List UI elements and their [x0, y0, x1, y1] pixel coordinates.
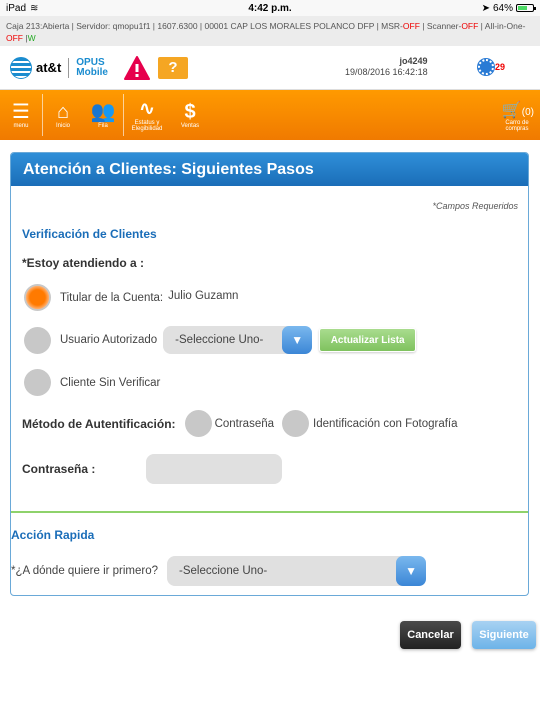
logo-product: OPUS Mobile [76, 56, 108, 78]
nav-inicio[interactable]: ⌂ Inicio [43, 90, 83, 140]
option-titular-label: Titular de la Cuenta: [60, 291, 164, 304]
session-info-text: Caja 213:Abierta | Servidor: qmopu1f1 | … [6, 21, 403, 31]
username: jo4249 [399, 56, 428, 66]
radio-titular[interactable] [24, 284, 51, 311]
quick-action-title: Acción Rapida [11, 528, 95, 542]
main-nav: ☰ menu ⌂ Inicio 👥 Fila ∿ Estatus y Elegi… [0, 90, 540, 140]
cart-label: Carro de compras [505, 120, 529, 132]
scanner-status: OFF [461, 21, 479, 31]
authorized-user-select[interactable]: -Seleccione Uno- ▼ [163, 326, 313, 354]
allinone-status: OFF [6, 33, 23, 43]
nav-menu-label: menu [13, 123, 29, 129]
section-divider [11, 511, 528, 513]
nav-fila-label: Fila [98, 123, 108, 129]
option-titular-row[interactable]: Titular de la Cuenta: Julio Guzamn [24, 284, 238, 311]
nav-menu[interactable]: ☰ menu [0, 90, 42, 140]
battery-icon [516, 4, 536, 12]
auth-method-label: Método de Autentificación: [22, 416, 176, 431]
cart-count: (0) [521, 107, 534, 118]
allinone-label: | All-in-One- [478, 21, 526, 31]
go-first-label: *¿A dónde quiere ir primero? [11, 565, 159, 577]
alert-warning-icon[interactable] [123, 55, 150, 80]
queue-people-icon: 👥 [90, 101, 116, 123]
notifications[interactable]: 29 [478, 59, 505, 75]
titular-name: Julio Guzamn [168, 289, 239, 302]
help-symbol: ? [168, 58, 178, 76]
panel-title: Atención a Clientes: Siguientes Pasos [11, 153, 528, 186]
logo-brand: at&t [36, 60, 62, 75]
app-header: at&t OPUS Mobile ? jo4249 19/08/2016 16:… [0, 46, 540, 90]
hamburger-icon: ☰ [12, 101, 30, 123]
required-fields-note: *Campos Requeridos [432, 201, 518, 211]
chevron-down-icon: ▼ [282, 326, 313, 354]
authorized-user-select-value: -Seleccione Uno- [175, 334, 264, 346]
notification-count: 29 [495, 62, 506, 72]
auth-method-row: Método de Autentificación: Contraseña Id… [22, 410, 458, 437]
session-datetime: 19/08/2016 16:42:18 [345, 67, 428, 77]
dollar-icon: $ [184, 101, 196, 123]
auth-password-label: Contraseña [214, 417, 275, 430]
logo-product-line1: OPUS [76, 56, 105, 68]
w-status: W [27, 33, 36, 43]
logo-product-line2: Mobile [76, 66, 108, 78]
chevron-down-icon: ▼ [396, 556, 427, 586]
nav-ventas-label: Ventas [180, 123, 200, 129]
customer-next-steps-panel: Atención a Clientes: Siguientes Pasos *C… [10, 152, 529, 596]
option-sin-verificar-label: Cliente Sin Verificar [60, 376, 161, 389]
wifi-icon: ≋ [30, 2, 39, 14]
user-info: jo4249 19/08/2016 16:42:18 [345, 56, 428, 78]
session-info-strip: Caja 213:Abierta | Servidor: qmopu1f1 | … [0, 16, 540, 46]
auth-photo-label: Identificación con Fotografía [313, 417, 458, 430]
password-field[interactable] [146, 454, 282, 484]
refresh-list-button[interactable]: Actualizar Lista [319, 328, 417, 352]
next-button[interactable]: Siguiente [472, 621, 536, 649]
radio-auth-photo[interactable] [282, 410, 310, 437]
go-first-select[interactable]: -Seleccione Uno- ▼ [167, 556, 427, 586]
password-label: Contraseña : [22, 462, 96, 476]
nav-fila[interactable]: 👥 Fila [83, 90, 123, 140]
notification-gear-icon[interactable] [478, 59, 494, 75]
att-globe-icon [10, 56, 32, 79]
cancel-button[interactable]: Cancelar [400, 621, 461, 649]
attending-label: *Estoy atendiendo a : [22, 256, 145, 270]
help-folder-icon[interactable]: ? [157, 56, 188, 79]
radio-sin-verificar[interactable] [24, 369, 51, 396]
ios-status-bar: iPad ≋ 4:42 p.m. ➤ 64% [0, 0, 540, 16]
msr-status: OFF [402, 21, 420, 31]
home-icon: ⌂ [56, 101, 70, 123]
nav-estatus-label: Estatus y Elegibilidad [131, 120, 163, 132]
option-sin-verificar-row[interactable]: Cliente Sin Verificar [24, 369, 160, 396]
device-name: iPad [6, 2, 27, 14]
verification-section-title: Verificación de Clientes [22, 227, 157, 241]
nav-estatus[interactable]: ∿ Estatus y Elegibilidad [124, 90, 170, 140]
clock: 4:42 p.m. [248, 2, 292, 14]
option-usuario-label: Usuario Autorizado [60, 334, 158, 346]
nav-inicio-label: Inicio [55, 123, 70, 129]
att-opus-logo: at&t OPUS Mobile [10, 56, 108, 79]
pulse-icon: ∿ [138, 98, 156, 120]
location-icon: ➤ [481, 2, 490, 14]
option-usuario-row: Usuario Autorizado -Seleccione Uno- ▼ Ac… [24, 326, 417, 354]
cart-icon: 🛒 [501, 102, 522, 119]
go-first-row: *¿A dónde quiere ir primero? -Seleccione… [11, 556, 427, 586]
scanner-label: | Scanner- [419, 21, 462, 31]
radio-auth-password[interactable] [184, 410, 212, 437]
logo-divider [68, 57, 70, 78]
radio-usuario[interactable] [24, 326, 51, 354]
nav-ventas[interactable]: $ Ventas [170, 90, 210, 140]
battery-percent: 64% [492, 2, 513, 14]
shopping-cart[interactable]: 🛒(0) Carro de compras [500, 100, 534, 132]
go-first-select-value: -Seleccione Uno- [179, 565, 268, 577]
